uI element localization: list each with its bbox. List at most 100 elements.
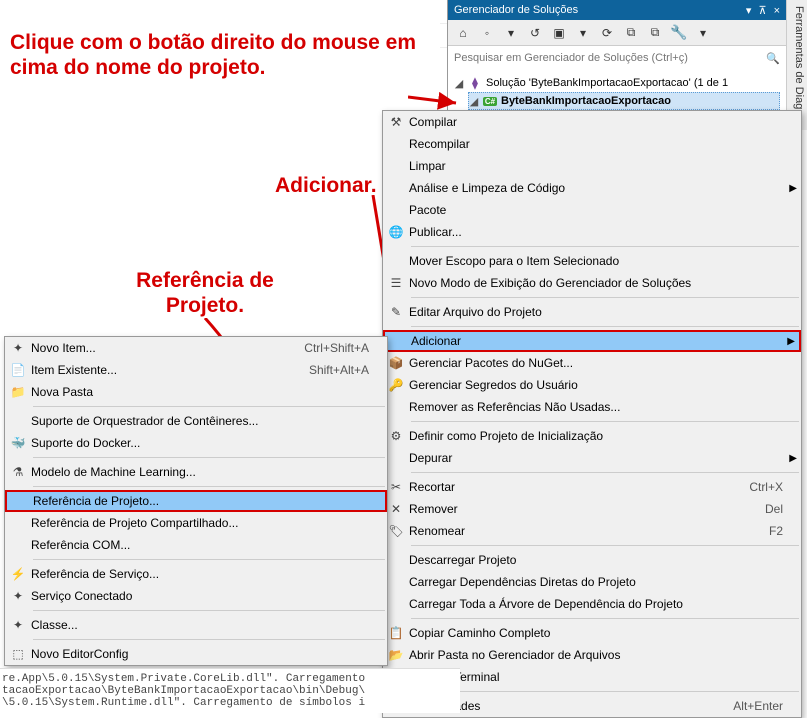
context-menu-item[interactable]: 📦Gerenciar Pacotes do NuGet... xyxy=(383,352,801,374)
add-submenu-item[interactable]: ⬚Novo EditorConfig xyxy=(5,643,387,665)
expand-icon[interactable]: ◢ xyxy=(454,77,464,90)
context-menu-item[interactable]: ✕RemoverDel xyxy=(383,498,801,520)
menu-item-label: Abrir no Terminal xyxy=(409,670,783,684)
add-submenu-item[interactable]: ✦Novo Item...Ctrl+Shift+A xyxy=(5,337,387,359)
add-submenu-item[interactable]: 📁Nova Pasta xyxy=(5,381,387,403)
context-menu-item[interactable]: ⚒Compilar xyxy=(383,111,801,133)
⚗-menu-icon: ⚗ xyxy=(5,461,31,483)
context-menu-item[interactable]: Limpar xyxy=(383,155,801,177)
menu-icon xyxy=(5,512,31,534)
dropdown-icon[interactable]: ▾ xyxy=(746,5,752,17)
menu-shortcut: Shift+Alt+A xyxy=(309,363,369,377)
menu-item-label: Mover Escopo para o Item Selecionado xyxy=(409,254,783,268)
context-menu-item[interactable]: Análise e Limpeza de Código▶ xyxy=(383,177,801,199)
refresh-icon[interactable]: ⟳ xyxy=(596,22,618,44)
context-menu-item[interactable]: Pacote xyxy=(383,199,801,221)
menu-separator xyxy=(411,691,799,692)
context-menu-item[interactable]: Descarregar Projeto xyxy=(383,549,801,571)
menu-separator xyxy=(33,457,385,458)
project-node[interactable]: ◢ C# ByteBankImportacaoExportacao xyxy=(468,92,780,110)
expand-icon[interactable]: ◢ xyxy=(469,95,479,108)
back-icon[interactable]: ◦ xyxy=(476,22,498,44)
dropdown-icon[interactable]: ▾ xyxy=(572,22,594,44)
context-menu-item[interactable]: 🏷RenomearF2 xyxy=(383,520,801,542)
add-submenu-item[interactable]: Referência de Projeto Compartilhado... xyxy=(5,512,387,534)
menu-item-label: Compilar xyxy=(409,115,783,129)
menu-item-label: Renomear xyxy=(409,524,739,538)
collapse-icon[interactable]: ⧉ xyxy=(620,22,642,44)
context-menu-item[interactable]: Depurar ▶ xyxy=(383,447,801,469)
add-submenu-item[interactable]: 📄Item Existente... Shift+Alt+A xyxy=(5,359,387,381)
menu-item-label: Gerenciar Pacotes do NuGet... xyxy=(409,356,783,370)
chevron-right-icon: ▶ xyxy=(789,453,797,464)
close-icon[interactable]: × xyxy=(774,5,780,17)
context-menu-item[interactable]: 🌐Publicar... xyxy=(383,221,801,243)
solution-explorer-title-bar: Gerenciador de Soluções ▾ ⊼ × xyxy=(448,0,786,20)
menu-item-label: Publicar... xyxy=(409,225,783,239)
search-input[interactable] xyxy=(454,52,762,64)
🐳-menu-icon: 🐳 xyxy=(5,432,31,454)
context-menu-item[interactable]: 📂Abrir Pasta no Gerenciador de Arquivos xyxy=(383,644,801,666)
menu-item-label: Remover as Referências Não Usadas... xyxy=(409,400,783,414)
context-menu-item[interactable]: Adicionar ▶ xyxy=(383,330,801,352)
context-menu-item[interactable]: Remover as Referências Não Usadas... xyxy=(383,396,801,418)
context-menu-item[interactable]: ✎Editar Arquivo do Projeto xyxy=(383,301,801,323)
chevron-right-icon: ▶ xyxy=(789,183,797,194)
context-menu-item[interactable]: ⚙Definir como Projeto de Inicialização xyxy=(383,425,801,447)
context-menu-item[interactable]: 🔑Gerenciar Segredos do Usuário xyxy=(383,374,801,396)
add-submenu-item[interactable]: ✦Classe... xyxy=(5,614,387,636)
menu-item-label: Adicionar xyxy=(411,334,781,348)
menu-item-label: Modelo de Machine Learning... xyxy=(31,465,369,479)
copy-icon[interactable]: ⧉ xyxy=(644,22,666,44)
menu-item-label: Referência de Serviço... xyxy=(31,567,369,581)
menu-item-label: Gerenciar Segredos do Usuário xyxy=(409,378,783,392)
context-menu-item[interactable]: Mover Escopo para o Item Selecionado xyxy=(383,250,801,272)
menu-item-label: Pacote xyxy=(409,203,783,217)
📄-menu-icon: 📄 xyxy=(5,359,31,381)
context-menu-item[interactable]: ☰Novo Modo de Exibição do Gerenciador de… xyxy=(383,272,801,294)
add-submenu-item[interactable]: Referência COM... xyxy=(5,534,387,556)
dropdown-icon[interactable]: ▾ xyxy=(500,22,522,44)
menu-item-label: Item Existente... xyxy=(31,363,279,377)
context-menu-item[interactable]: Carregar Toda a Árvore de Dependência do… xyxy=(383,593,801,615)
menu-item-label: Limpar xyxy=(409,159,783,173)
add-submenu-item[interactable]: ✦Serviço Conectado xyxy=(5,585,387,607)
context-menu-item[interactable]: ✂RecortarCtrl+X xyxy=(383,476,801,498)
menu-item-label: Novo Modo de Exibição do Gerenciador de … xyxy=(409,276,783,290)
⚒-menu-icon: ⚒ xyxy=(383,111,409,133)
menu-item-label: Referência COM... xyxy=(31,538,369,552)
menu-separator xyxy=(411,472,799,473)
chevron-right-icon: ▶ xyxy=(787,336,795,347)
menu-separator xyxy=(33,559,385,560)
output-console: re.App\5.0.15\System.Private.CoreLib.dll… xyxy=(0,668,460,713)
menu-separator xyxy=(411,618,799,619)
solution-node[interactable]: ◢ ⧫ Solução 'ByteBankImportacaoExportaca… xyxy=(454,74,780,92)
menu-icon xyxy=(5,410,31,432)
☰-menu-icon: ☰ xyxy=(383,272,409,294)
add-submenu: ✦Novo Item...Ctrl+Shift+A📄Item Existente… xyxy=(4,336,388,666)
context-menu-item[interactable]: 📋Copiar Caminho Completo xyxy=(383,622,801,644)
menu-item-label: Carregar Toda a Árvore de Dependência do… xyxy=(409,597,783,611)
home-icon[interactable]: ⌂ xyxy=(452,22,474,44)
solution-label: Solução 'ByteBankImportacaoExportacao' (… xyxy=(486,77,728,89)
add-submenu-item[interactable]: Referência de Projeto... xyxy=(5,490,387,512)
menu-separator xyxy=(411,246,799,247)
menu-icon xyxy=(383,133,409,155)
context-menu-item[interactable]: Recompilar xyxy=(383,133,801,155)
annotation-referencia: Referência de Projeto. xyxy=(120,268,290,318)
add-submenu-item[interactable]: 🐳Suporte do Docker... xyxy=(5,432,387,454)
menu-icon xyxy=(5,534,31,556)
add-submenu-item[interactable]: ⚗Modelo de Machine Learning... xyxy=(5,461,387,483)
dropdown-icon[interactable]: ▾ xyxy=(692,22,714,44)
refresh-icon[interactable]: ↺ xyxy=(524,22,546,44)
search-icon[interactable]: 🔍 xyxy=(766,52,780,65)
pin-icon[interactable]: ⊼ xyxy=(758,5,766,17)
menu-item-label: Depurar xyxy=(409,451,783,465)
✦-menu-icon: ✦ xyxy=(5,585,31,607)
properties-icon[interactable]: ▣ xyxy=(548,22,570,44)
add-submenu-item[interactable]: ⚡Referência de Serviço... xyxy=(5,563,387,585)
menu-item-label: Recortar xyxy=(409,480,719,494)
add-submenu-item[interactable]: Suporte de Orquestrador de Contêineres..… xyxy=(5,410,387,432)
context-menu-item[interactable]: Carregar Dependências Diretas do Projeto xyxy=(383,571,801,593)
wrench-icon[interactable]: 🔧 xyxy=(668,22,690,44)
